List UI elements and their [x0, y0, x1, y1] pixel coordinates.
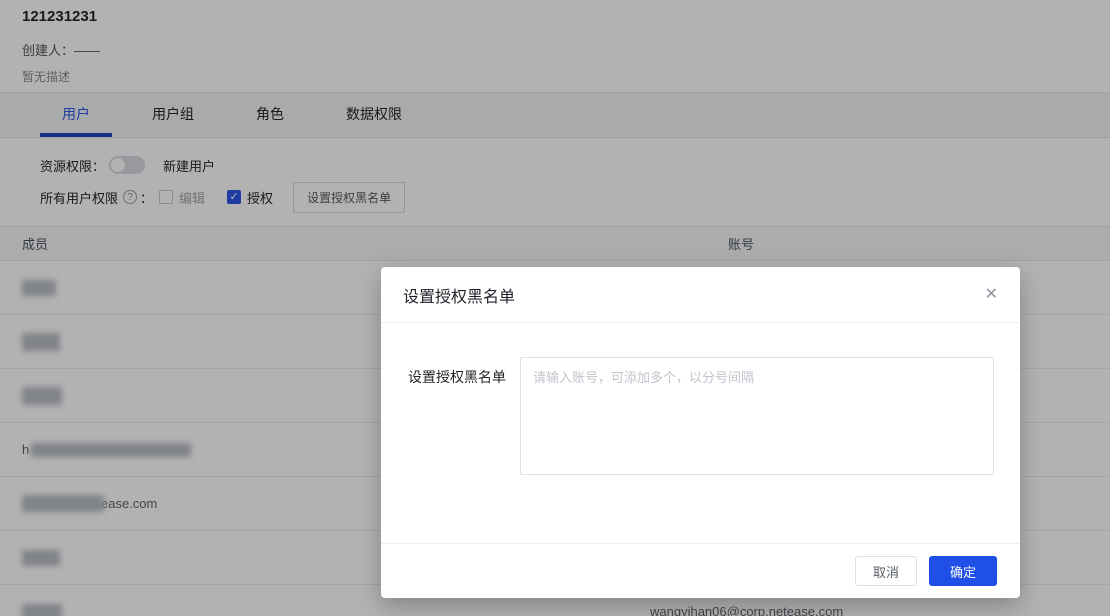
modal-body: 设置授权黑名单 [381, 323, 1020, 475]
close-icon[interactable]: ✕ [985, 287, 998, 303]
blacklist-field-label: 设置授权黑名单 [408, 357, 506, 475]
modal-footer: 取消 确定 [381, 543, 1020, 598]
blacklist-modal: 设置授权黑名单 ✕ 设置授权黑名单 取消 确定 [381, 267, 1020, 598]
modal-header: 设置授权黑名单 ✕ [381, 267, 1020, 323]
modal-title: 设置授权黑名单 [403, 283, 515, 307]
app-screen: 121231231 创建人：—— 暂无描述 用户 用户组 角色 数据权限 资源权… [0, 0, 1110, 616]
cancel-button[interactable]: 取消 [855, 556, 917, 586]
blacklist-input[interactable] [520, 357, 994, 475]
confirm-button[interactable]: 确定 [929, 556, 997, 586]
